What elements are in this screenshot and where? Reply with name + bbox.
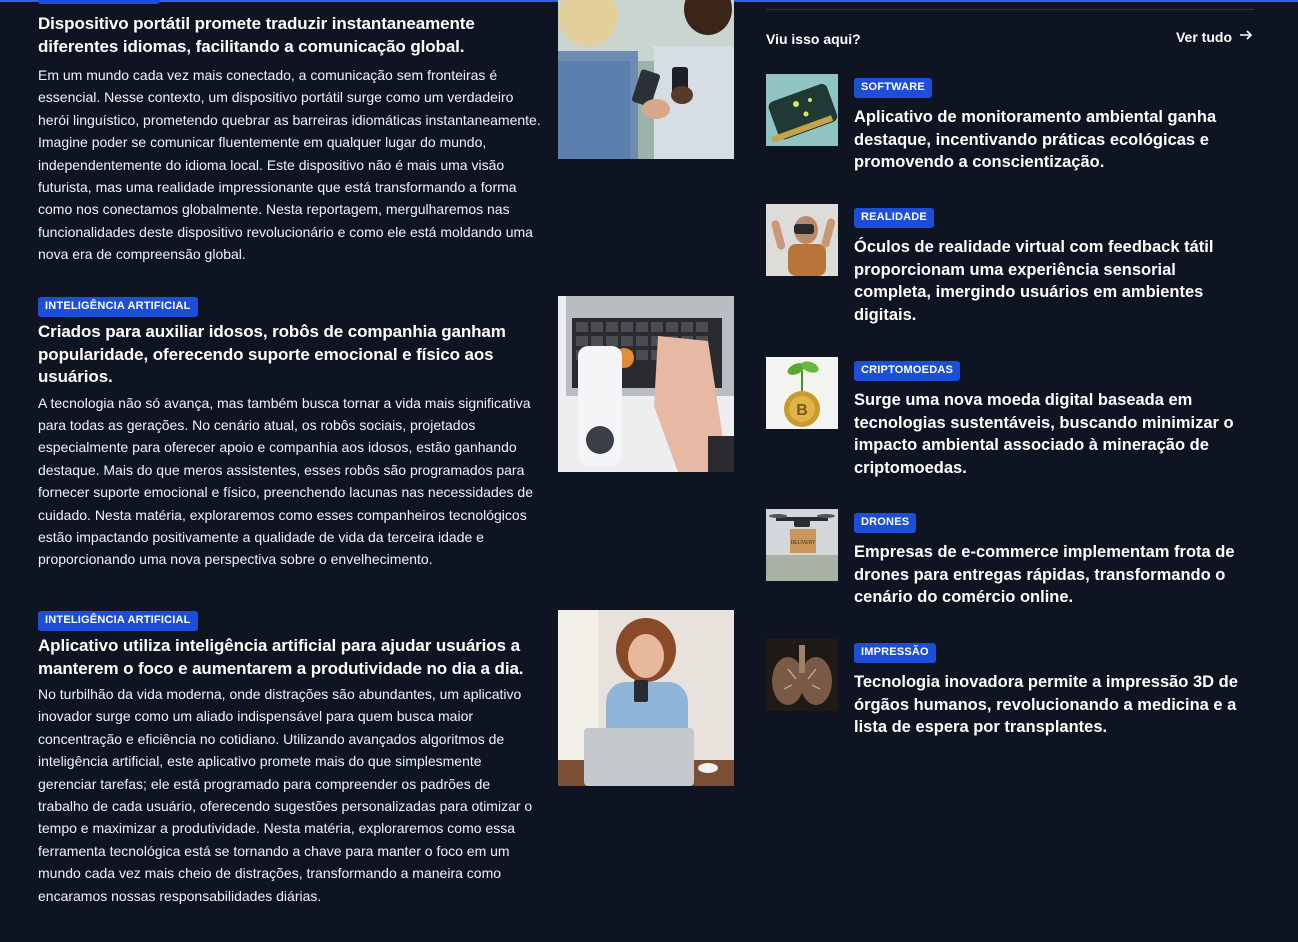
sidebar-item-title[interactable]: Aplicativo de monitoramento ambiental ga… [854,106,1249,174]
see-all-label: Ver tudo [1175,28,1232,45]
sidebar-item-title[interactable]: Tecnologia inovadora permite a impressão… [854,671,1249,739]
sidebar-item-title[interactable]: Empresas de e-commerce implementam frota… [854,541,1249,609]
article-image-robot[interactable] [558,296,734,472]
sidebar-item-text: IMPRESSÃO Tecnologia inovadora permite a… [854,642,1249,739]
category-badge[interactable]: CRIPTOMOEDAS [854,361,961,381]
category-badge[interactable]: IMPRESSÃO [854,643,936,663]
category-badge[interactable]: INTELIGÊNCIA ARTIFICIAL [38,611,198,631]
svg-text:B: B [796,402,808,419]
sidebar-item-title[interactable]: Óculos de realidade virtual com feedback… [854,236,1249,326]
article-image-productivity[interactable] [558,610,734,786]
sidebar-item-text: CRIPTOMOEDAS Surge uma nova moeda digita… [854,360,1249,479]
sidebar-item-text: REALIDADE Óculos de realidade virtual co… [854,207,1249,326]
article-image-translator[interactable] [558,0,734,159]
article-text: Dispositivo portátil promete traduzir in… [38,0,543,266]
category-badge[interactable]: INTELIGÊNCIA ARTIFICIAL [38,297,198,317]
sidebar-divider [766,9,1254,10]
article-title[interactable]: Aplicativo utiliza inteligência artifici… [38,635,543,680]
article-excerpt: No turbilhão da vida moderna, onde distr… [38,686,533,904]
category-badge[interactable] [38,0,160,4]
category-badge[interactable]: REALIDADE [854,208,934,228]
article-title[interactable]: Dispositivo portátil promete traduzir in… [38,13,543,58]
sidebar-thumb-crypto[interactable]: B [766,357,838,429]
arrow-right-icon [1238,27,1254,46]
category-badge[interactable]: SOFTWARE [854,78,932,98]
sidebar-thumb-software[interactable] [766,74,838,146]
sidebar-thumb-drone[interactable]: DELIVERY [766,509,838,581]
article-text: INTELIGÊNCIA ARTIFICIAL Criados para aux… [38,296,543,571]
sidebar-thumb-vr[interactable] [766,204,838,276]
sidebar-heading: Viu isso aqui? [766,31,861,47]
article-text: INTELIGÊNCIA ARTIFICIAL Aplicativo utili… [38,610,543,907]
article-title[interactable]: Criados para auxiliar idosos, robôs de c… [38,321,543,389]
category-badge[interactable]: DRONES [854,513,917,533]
sidebar-thumb-3d-print[interactable] [766,639,838,711]
article-excerpt: A tecnologia não só avança, mas também b… [38,394,533,568]
sidebar-item-text: SOFTWARE Aplicativo de monitoramento amb… [854,77,1249,174]
article-card[interactable]: INTELIGÊNCIA ARTIFICIAL Criados para aux… [38,296,734,576]
article-card[interactable]: Dispositivo portátil promete traduzir in… [38,0,734,262]
drone-box-label: DELIVERY [791,540,816,546]
see-all-link[interactable]: Ver tudo [1176,27,1254,46]
sidebar-item-title[interactable]: Surge uma nova moeda digital baseada em … [854,389,1249,479]
sidebar-item-text: DRONES Empresas de e-commerce implementa… [854,512,1249,609]
article-excerpt: Em um mundo cada vez mais conectado, a c… [38,67,541,263]
article-card[interactable]: INTELIGÊNCIA ARTIFICIAL Aplicativo utili… [38,610,734,920]
